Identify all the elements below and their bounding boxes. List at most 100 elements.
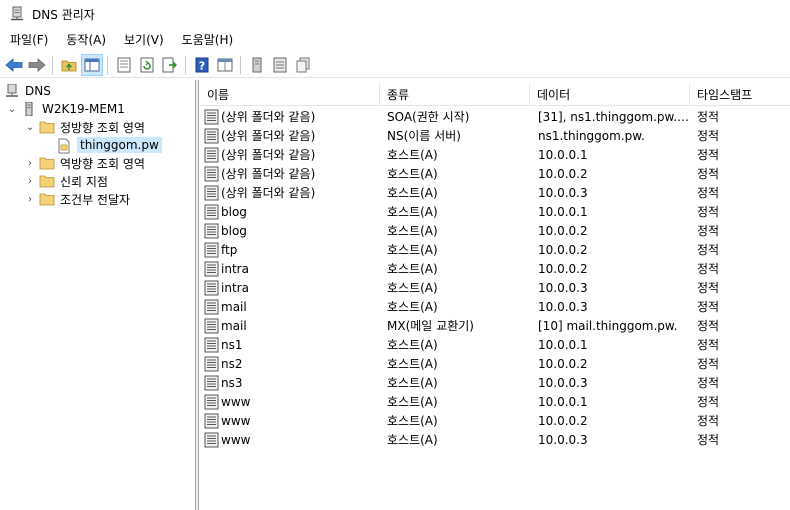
record-data: 10.0.0.1 xyxy=(538,204,588,219)
record-timestamp: 정적 xyxy=(697,395,720,409)
chevron-down-icon[interactable]: ⌄ xyxy=(24,121,36,133)
record-icon xyxy=(204,185,219,201)
record-data: 10.0.0.3 xyxy=(538,432,588,447)
dns-icon xyxy=(4,83,20,98)
table-row[interactable]: ns3 호스트(A) 10.0.0.3 정적 xyxy=(200,373,790,392)
record-type: SOA(권한 시작) xyxy=(387,110,470,124)
list-icon[interactable] xyxy=(269,54,291,76)
record-name: intra xyxy=(221,261,249,276)
tree-label: DNS xyxy=(25,84,51,98)
server-icon[interactable] xyxy=(246,54,268,76)
toolbar: ? xyxy=(0,52,790,78)
table-row[interactable]: (상위 폴더와 같음) 호스트(A) 10.0.0.1 정적 xyxy=(200,145,790,164)
record-type: 호스트(A) xyxy=(387,186,438,200)
table-row[interactable]: ftp 호스트(A) 10.0.0.2 정적 xyxy=(200,240,790,259)
table-row[interactable]: blog 호스트(A) 10.0.0.1 정적 xyxy=(200,202,790,221)
table-row[interactable]: (상위 폴더와 같음) 호스트(A) 10.0.0.2 정적 xyxy=(200,164,790,183)
chevron-right-icon[interactable]: › xyxy=(24,193,36,205)
table-row[interactable]: mail 호스트(A) 10.0.0.3 정적 xyxy=(200,297,790,316)
tree-item-forward-zones[interactable]: ⌄ 정방향 조회 영역 xyxy=(24,118,145,136)
record-data: 10.0.0.2 xyxy=(538,223,588,238)
tree-item-trust-points[interactable]: › 신뢰 지점 xyxy=(24,172,108,190)
record-icon xyxy=(204,280,219,296)
record-name: (상위 폴더와 같음) xyxy=(221,186,316,200)
chevron-down-icon[interactable]: ⌄ xyxy=(6,103,18,115)
tree-label: thinggom.pw xyxy=(77,137,162,153)
table-row[interactable]: ns1 호스트(A) 10.0.0.1 정적 xyxy=(200,335,790,354)
record-type: NS(이름 서버) xyxy=(387,129,461,143)
column-header-timestamp[interactable]: 타임스탬프 xyxy=(690,84,790,106)
table-row[interactable]: www 호스트(A) 10.0.0.1 정적 xyxy=(200,392,790,411)
table-row[interactable]: (상위 폴더와 같음) NS(이름 서버) ns1.thinggom.pw. 정적 xyxy=(200,126,790,145)
record-type: 호스트(A) xyxy=(387,148,438,162)
menu-help[interactable]: 도움말(H) xyxy=(172,30,242,50)
menu-view[interactable]: 보기(V) xyxy=(114,30,172,50)
record-name-cell: ns2 xyxy=(200,356,380,372)
console-icon[interactable] xyxy=(214,54,236,76)
table-row[interactable]: blog 호스트(A) 10.0.0.2 정적 xyxy=(200,221,790,240)
tree-item-dns[interactable]: DNS xyxy=(4,82,51,100)
up-folder-icon[interactable] xyxy=(58,54,80,76)
table-row[interactable]: (상위 폴더와 같음) 호스트(A) 10.0.0.3 정적 xyxy=(200,183,790,202)
tree-item-conditional-forwarders[interactable]: › 조건부 전달자 xyxy=(24,190,130,208)
record-type: 호스트(A) xyxy=(387,224,438,238)
record-name: mail xyxy=(221,318,247,333)
svg-text:?: ? xyxy=(199,59,205,72)
table-row[interactable]: ns2 호스트(A) 10.0.0.2 정적 xyxy=(200,354,790,373)
toolbar-separator xyxy=(107,55,108,74)
records-rows: (상위 폴더와 같음) SOA(권한 시작) [31], ns1.thinggom.… xyxy=(200,107,790,449)
menu-action[interactable]: 동작(A) xyxy=(56,30,114,50)
tree-label: 정방향 조회 영역 xyxy=(60,120,145,135)
record-type: 호스트(A) xyxy=(387,205,438,219)
record-data: 10.0.0.2 xyxy=(538,356,588,371)
column-header-data[interactable]: 데이터 xyxy=(530,84,690,106)
record-name-cell: intra xyxy=(200,280,380,296)
table-row[interactable]: mail MX(메일 교환기) [10] mail.thinggom.pw. 정적 xyxy=(200,316,790,335)
help-icon[interactable]: ? xyxy=(191,54,213,76)
record-icon xyxy=(204,223,219,239)
record-data: 10.0.0.3 xyxy=(538,375,588,390)
chevron-right-icon[interactable]: › xyxy=(24,175,36,187)
record-name-cell: www xyxy=(200,394,380,410)
table-row[interactable]: intra 호스트(A) 10.0.0.2 정적 xyxy=(200,259,790,278)
record-name-cell: blog xyxy=(200,223,380,239)
record-timestamp: 정적 xyxy=(697,167,720,181)
record-data: 10.0.0.1 xyxy=(538,337,588,352)
server-icon xyxy=(21,101,37,117)
chevron-right-icon[interactable]: › xyxy=(24,157,36,169)
table-row[interactable]: (상위 폴더와 같음) SOA(권한 시작) [31], ns1.thinggom.… xyxy=(200,107,790,126)
column-header-type[interactable]: 종류 xyxy=(380,84,530,106)
table-row[interactable]: www 호스트(A) 10.0.0.3 정적 xyxy=(200,430,790,449)
back-icon[interactable] xyxy=(3,54,25,76)
tree-label: 역방향 조회 영역 xyxy=(60,156,145,171)
record-name-cell: ns1 xyxy=(200,337,380,353)
table-row[interactable]: www 호스트(A) 10.0.0.2 정적 xyxy=(200,411,790,430)
copy-icon[interactable] xyxy=(292,54,314,76)
tree-item-server[interactable]: ⌄ W2K19-MEM1 xyxy=(6,100,125,118)
menu-bar: 파일(F) 동작(A) 보기(V) 도움말(H) xyxy=(0,30,790,50)
refresh-icon[interactable] xyxy=(136,54,158,76)
record-type: MX(메일 교환기) xyxy=(387,319,474,333)
record-name: blog xyxy=(221,204,247,219)
tree-item-zone[interactable]: thinggom.pw xyxy=(56,136,162,154)
record-data: 10.0.0.2 xyxy=(538,261,588,276)
record-icon xyxy=(204,337,219,353)
tree-label: 조건부 전달자 xyxy=(60,192,131,207)
pane-splitter[interactable] xyxy=(196,80,199,510)
record-icon xyxy=(204,432,219,448)
forward-icon[interactable] xyxy=(26,54,48,76)
export-list-icon[interactable] xyxy=(159,54,181,76)
show-hide-tree-icon[interactable] xyxy=(81,53,103,76)
record-timestamp: 정적 xyxy=(697,357,720,371)
properties-icon[interactable] xyxy=(113,54,135,76)
table-row[interactable]: intra 호스트(A) 10.0.0.3 정적 xyxy=(200,278,790,297)
record-timestamp: 정적 xyxy=(697,319,720,333)
tree-item-reverse-zones[interactable]: › 역방향 조회 영역 xyxy=(24,154,145,172)
record-timestamp: 정적 xyxy=(697,243,720,257)
record-timestamp: 정적 xyxy=(697,281,720,295)
menu-file[interactable]: 파일(F) xyxy=(0,30,56,50)
dns-app-icon xyxy=(9,6,25,22)
record-name: ns2 xyxy=(221,356,243,371)
record-type: 호스트(A) xyxy=(387,281,438,295)
column-header-name[interactable]: 이름 xyxy=(200,84,380,106)
